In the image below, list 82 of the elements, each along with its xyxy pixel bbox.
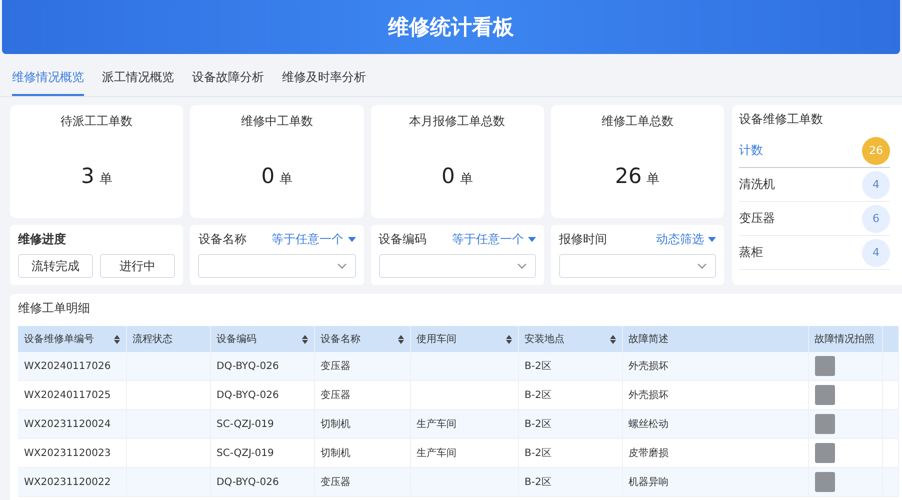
- table-cell: DQ-BYQ-026: [210, 468, 314, 496]
- sort-icon[interactable]: [302, 334, 308, 344]
- header-label: 安装地点: [524, 332, 564, 346]
- tab[interactable]: 设备故障分析: [192, 60, 264, 96]
- panel-title: 维修工单明细: [18, 300, 91, 317]
- card-title: 待派工工单数: [60, 113, 133, 130]
- caret-icon: [348, 237, 356, 242]
- card-title: 本月报修工单总数: [409, 113, 506, 130]
- tab[interactable]: 派工情况概览: [102, 60, 174, 96]
- header-label: 设备维修单编号: [24, 332, 94, 346]
- table-cell: 生产车间: [410, 410, 518, 438]
- stat-value: 3: [80, 164, 94, 188]
- sort-icon[interactable]: [506, 334, 512, 344]
- sort-icon[interactable]: [114, 334, 120, 344]
- count-badge: 4: [862, 238, 890, 266]
- header-label: 设备名称: [320, 333, 360, 346]
- stat-value: 0: [261, 164, 275, 188]
- panel-title: 设备维修工单数: [739, 111, 824, 128]
- unit-label: 单: [99, 171, 112, 188]
- table-cell: WX20240117026: [18, 352, 126, 380]
- column-header[interactable]: 故障情况拍照: [808, 326, 882, 352]
- stat-value: 26: [615, 164, 642, 188]
- dropdown-field[interactable]: [198, 254, 356, 278]
- filter-button[interactable]: 流转完成: [18, 254, 94, 278]
- table-cell: 变压器: [314, 468, 410, 496]
- filter-label: 报修时间: [558, 231, 607, 248]
- table-cell: DQ-BYQ-026: [210, 352, 314, 380]
- section-title: 维修进度: [18, 231, 67, 248]
- table-cell: WX20231120024: [18, 410, 126, 438]
- card-title: 维修中工单数: [240, 113, 313, 130]
- filter-label: 设备名称: [198, 231, 246, 248]
- sort-icon[interactable]: [610, 334, 616, 344]
- column-header[interactable]: 故障简述: [622, 326, 808, 352]
- header-label: 流程状态: [132, 332, 172, 346]
- caret-icon: [708, 237, 716, 242]
- column-header[interactable]: 设备维修单编号: [18, 326, 126, 352]
- chevron-down-icon: [516, 263, 527, 269]
- count-badge: 4: [862, 170, 890, 198]
- chevron-down-icon: [697, 263, 707, 269]
- dropdown-field[interactable]: [558, 254, 716, 278]
- table-cell: B-2区: [518, 410, 622, 438]
- chevron-down-icon: [336, 263, 346, 269]
- unit-label: 单: [280, 171, 293, 188]
- column-header[interactable]: 流程状态: [126, 326, 210, 352]
- tab[interactable]: 维修情况概览: [12, 60, 84, 96]
- filter-mode-link[interactable]: 等于任意一个: [272, 231, 356, 248]
- header-label: 故障简述: [628, 332, 668, 346]
- column-header[interactable]: 使用车间: [410, 326, 518, 352]
- list-label: 计数: [739, 142, 763, 159]
- filter-button[interactable]: 进行中: [100, 254, 176, 278]
- table-cell: 变压器: [314, 352, 410, 380]
- page-title: 维修统计看板: [388, 14, 514, 41]
- filter-mode-link[interactable]: 动态筛选: [656, 231, 716, 248]
- list-label: 蒸柜: [739, 244, 763, 261]
- filter-label: 设备编码: [378, 231, 426, 248]
- header-label: 使用车间: [416, 332, 456, 346]
- header-label: 故障情况拍照: [814, 332, 874, 346]
- list-label: 变压器: [739, 210, 775, 227]
- table-cell: SC-QZJ-019: [210, 410, 314, 438]
- table-cell: B-2区: [518, 468, 622, 496]
- table-cell: B-2区: [518, 352, 622, 380]
- table-cell: 外壳损坏: [622, 352, 808, 380]
- tab[interactable]: 维修及时率分析: [282, 60, 366, 96]
- count-badge: 26: [862, 136, 890, 164]
- unit-label: 单: [460, 171, 473, 188]
- card-title: 维修工单总数: [601, 113, 674, 130]
- stat-value: 0: [441, 164, 455, 188]
- list-label: 清洗机: [739, 176, 775, 193]
- sort-icon[interactable]: [398, 334, 404, 344]
- caret-icon: [528, 237, 536, 242]
- filter-mode-link[interactable]: 等于任意一个: [452, 231, 536, 248]
- count-badge: 6: [862, 204, 890, 232]
- header-label: 设备编码: [216, 332, 256, 346]
- table-cell: 螺丝松动: [622, 410, 808, 438]
- column-header[interactable]: 设备编码: [210, 326, 314, 352]
- table-cell: WX20231120022: [18, 468, 126, 496]
- dropdown-field[interactable]: [378, 254, 536, 278]
- column-header[interactable]: 安装地点: [518, 326, 622, 352]
- column-header[interactable]: 设备名称: [314, 326, 410, 352]
- table-cell: 机器异响: [622, 468, 808, 496]
- table-cell: 切制机: [314, 410, 410, 438]
- unit-label: 单: [646, 171, 660, 188]
